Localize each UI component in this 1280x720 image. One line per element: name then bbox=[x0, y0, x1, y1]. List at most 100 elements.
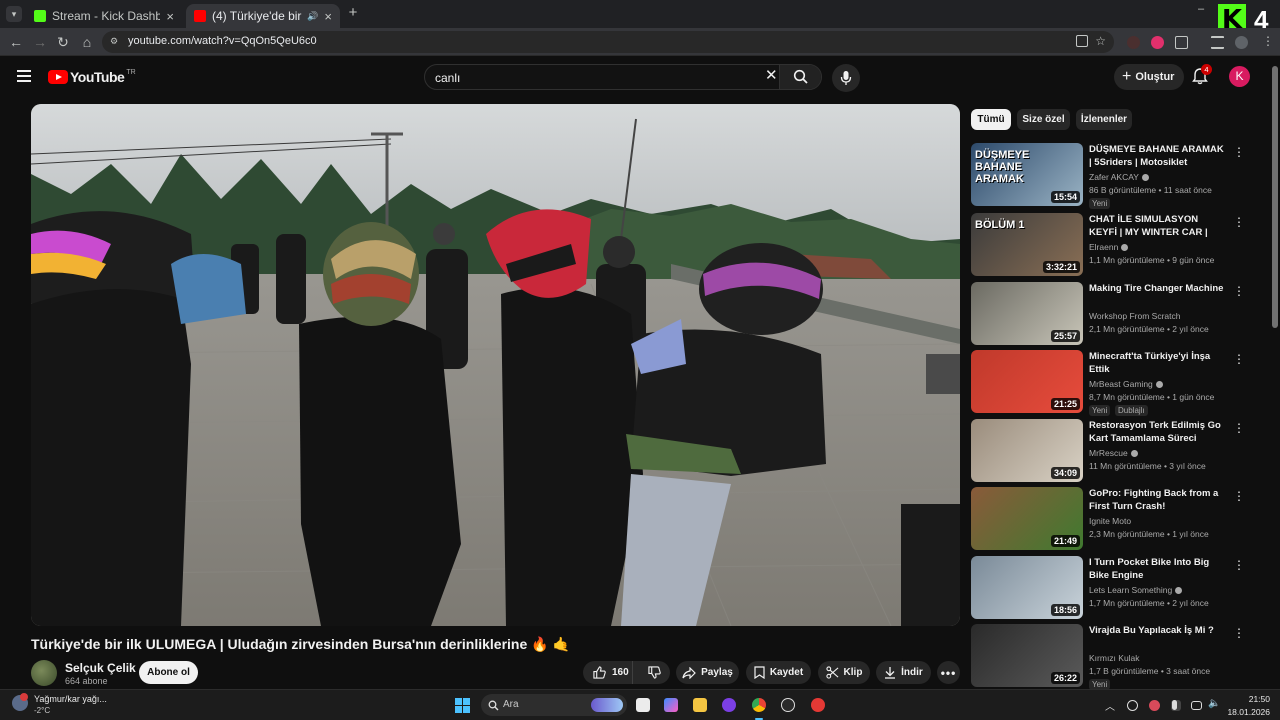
create-button[interactable]: + Oluştur bbox=[1114, 64, 1184, 90]
notifications-button[interactable]: 4 bbox=[1192, 64, 1212, 87]
profile-avatar-icon[interactable] bbox=[1235, 36, 1248, 49]
recommendation-channel[interactable]: Zafer AKCAY bbox=[1089, 172, 1149, 182]
close-tab-icon[interactable]: × bbox=[324, 9, 332, 24]
new-tab-button[interactable]: + bbox=[346, 5, 360, 20]
minimize-icon[interactable]: – bbox=[1198, 4, 1210, 15]
weather-condition[interactable]: Yağmur/kar yağı... bbox=[34, 694, 107, 704]
scrollbar-thumb[interactable] bbox=[1272, 66, 1278, 328]
video-thumbnail[interactable]: 21:49 bbox=[971, 487, 1083, 550]
chip-for-you[interactable]: Size özel bbox=[1017, 109, 1070, 130]
tab-search-button[interactable]: ▾ bbox=[6, 6, 22, 22]
recommendation-item[interactable]: DÜŞMEYE BAHANE ARAMAK 15:54 DÜŞMEYE BAHANE… bbox=[971, 143, 1261, 209]
microphone-icon[interactable] bbox=[1172, 700, 1177, 710]
search-input[interactable]: canlı bbox=[435, 71, 460, 85]
clear-search-icon[interactable]: ✕ bbox=[765, 68, 778, 84]
more-vertical-icon[interactable]: ⋮ bbox=[1233, 215, 1245, 229]
tab-youtube-video[interactable]: (4) Türkiye'de bir ilk ULUME 🔊 × bbox=[186, 4, 340, 28]
video-player[interactable] bbox=[31, 104, 960, 626]
search-button[interactable] bbox=[779, 65, 821, 89]
video-thumbnail[interactable]: DÜŞMEYE BAHANE ARAMAK 15:54 bbox=[971, 143, 1083, 206]
recommendation-channel[interactable]: Kırmızı Kulak bbox=[1089, 653, 1140, 663]
like-button[interactable]: 160 bbox=[583, 661, 634, 684]
clock-time[interactable]: 21:50 bbox=[1226, 694, 1270, 704]
forward-arrow-icon[interactable]: → bbox=[32, 34, 48, 50]
recommendation-item[interactable]: 18:56 I Turn Pocket Bike Into Big Bike En… bbox=[971, 556, 1261, 620]
channel-avatar[interactable] bbox=[31, 660, 57, 686]
chip-all[interactable]: Tümü bbox=[971, 109, 1011, 130]
copilot-icon[interactable] bbox=[664, 698, 678, 712]
url-text[interactable]: youtube.com/watch?v=QqOn5QeU6c0 bbox=[128, 35, 317, 47]
more-vertical-icon[interactable]: ⋮ bbox=[1233, 489, 1245, 503]
recommendation-title[interactable]: Virajda Bu Yapılacak İş Mi ? bbox=[1089, 624, 1224, 637]
save-button[interactable]: Kaydet bbox=[746, 661, 811, 684]
subscribe-button[interactable]: Abone ol bbox=[139, 661, 198, 684]
volume-icon[interactable]: 🔈 bbox=[1208, 698, 1220, 712]
home-icon[interactable]: ⌂ bbox=[79, 34, 95, 50]
network-icon[interactable] bbox=[1191, 701, 1202, 710]
address-bar[interactable]: ⚙ youtube.com/watch?v=QqOn5QeU6c0 ☆ bbox=[102, 31, 1114, 53]
taskbar-search-box[interactable]: Ara bbox=[481, 694, 627, 716]
site-info-icon[interactable]: ⚙ bbox=[110, 36, 120, 47]
recommendation-title[interactable]: Minecraft'ta Türkiye'yi İnşa Ettik bbox=[1089, 350, 1224, 376]
video-thumbnail[interactable]: 26:22 bbox=[971, 624, 1083, 687]
dislike-button[interactable] bbox=[638, 661, 670, 684]
recommendation-title[interactable]: Making Tire Changer Machine bbox=[1089, 282, 1224, 295]
extensions-puzzle-icon[interactable] bbox=[1175, 36, 1188, 49]
youtube-logo[interactable]: YouTube TR bbox=[48, 69, 136, 85]
recommendation-title[interactable]: Restorasyon Terk Edilmiş Go Kart Tamamla… bbox=[1089, 419, 1224, 445]
hamburger-menu-icon[interactable] bbox=[17, 70, 31, 82]
more-vertical-icon[interactable]: ⋮ bbox=[1233, 145, 1245, 159]
recommendation-channel[interactable]: MrBeast Gaming bbox=[1089, 379, 1163, 389]
recommendation-title[interactable]: GoPro: Fighting Back from a First Turn C… bbox=[1089, 487, 1224, 513]
download-button[interactable]: İndir bbox=[876, 661, 931, 684]
more-vertical-icon[interactable]: ⋮ bbox=[1233, 352, 1245, 366]
bookmark-star-icon[interactable]: ☆ bbox=[1095, 34, 1106, 48]
start-windows-icon[interactable] bbox=[455, 698, 470, 713]
file-explorer-icon[interactable] bbox=[693, 698, 707, 712]
search-box[interactable]: canlı ✕ bbox=[424, 64, 822, 90]
account-avatar[interactable]: K bbox=[1229, 66, 1250, 87]
tray-overflow-icon[interactable]: ︿ bbox=[1105, 698, 1115, 713]
recommendation-title[interactable]: CHAT İLE SIMULASYON KEYFİ | MY WINTER CA… bbox=[1089, 213, 1224, 239]
extension-avatar-icon[interactable] bbox=[1127, 36, 1140, 49]
recommendation-item[interactable]: 21:25 Minecraft'ta Türkiye'yi İnşa Ettik M… bbox=[971, 350, 1261, 416]
browser-menu-icon[interactable]: ⋮ bbox=[1262, 34, 1274, 48]
extension-pink-icon[interactable] bbox=[1151, 36, 1164, 49]
reload-icon[interactable]: ↻ bbox=[55, 34, 71, 50]
recommendation-title[interactable]: I Turn Pocket Bike Into Big Bike Engine bbox=[1089, 556, 1224, 582]
recommendation-item[interactable]: 26:22 Virajda Bu Yapılacak İş Mi ? Kırmızı… bbox=[971, 624, 1261, 690]
purple-app-icon[interactable] bbox=[722, 698, 736, 712]
tray-sync-icon[interactable] bbox=[1127, 700, 1138, 711]
recommendation-item[interactable]: 21:49 GoPro: Fighting Back from a First T… bbox=[971, 487, 1261, 551]
recommendation-item[interactable]: 25:57 Making Tire Changer Machine Workshop… bbox=[971, 282, 1261, 346]
video-thumbnail[interactable]: 21:25 bbox=[971, 350, 1083, 413]
recommendation-title[interactable]: DÜŞMEYE BAHANE ARAMAK | 5Sriders | Motos… bbox=[1089, 143, 1224, 169]
more-vertical-icon[interactable]: ⋮ bbox=[1233, 284, 1245, 298]
page-scrollbar[interactable] bbox=[1270, 56, 1280, 689]
back-arrow-icon[interactable]: ← bbox=[8, 34, 24, 50]
video-thumbnail[interactable]: 34:09 bbox=[971, 419, 1083, 482]
voice-search-button[interactable] bbox=[832, 64, 860, 92]
recommendation-channel[interactable]: Elraenn bbox=[1089, 242, 1129, 252]
install-app-icon[interactable] bbox=[1076, 35, 1088, 47]
tab-kick-dashboard[interactable]: Stream - Kick Dashboard × bbox=[26, 4, 182, 28]
more-vertical-icon[interactable]: ⋮ bbox=[1233, 626, 1245, 640]
video-thumbnail[interactable]: 25:57 bbox=[971, 282, 1083, 345]
more-vertical-icon[interactable]: ⋮ bbox=[1233, 421, 1245, 435]
recommendation-channel[interactable]: MrRescue bbox=[1089, 448, 1138, 458]
task-view-icon[interactable] bbox=[636, 698, 650, 712]
tray-app-icon[interactable] bbox=[1149, 700, 1160, 711]
recommendation-channel[interactable]: Workshop From Scratch bbox=[1089, 311, 1180, 321]
recommendation-channel[interactable]: Ignite Moto bbox=[1089, 516, 1131, 526]
channel-name[interactable]: Selçuk Çelik bbox=[65, 661, 136, 675]
close-tab-icon[interactable]: × bbox=[166, 9, 174, 24]
video-thumbnail[interactable]: 18:56 bbox=[971, 556, 1083, 619]
media-controls-icon[interactable] bbox=[1211, 36, 1224, 49]
more-vertical-icon[interactable]: ⋮ bbox=[1233, 558, 1245, 572]
clock-date[interactable]: 18.01.2026 bbox=[1222, 707, 1270, 717]
chip-watched[interactable]: İzlenenler bbox=[1076, 109, 1132, 130]
steam-like-icon[interactable] bbox=[781, 698, 795, 712]
recommendation-item[interactable]: BÖLÜM 1 3:32:21 CHAT İLE SIMULASYON KEYFİ … bbox=[971, 213, 1261, 277]
recommendation-channel[interactable]: Lets Learn Something bbox=[1089, 585, 1183, 595]
red-app-icon[interactable] bbox=[811, 698, 825, 712]
